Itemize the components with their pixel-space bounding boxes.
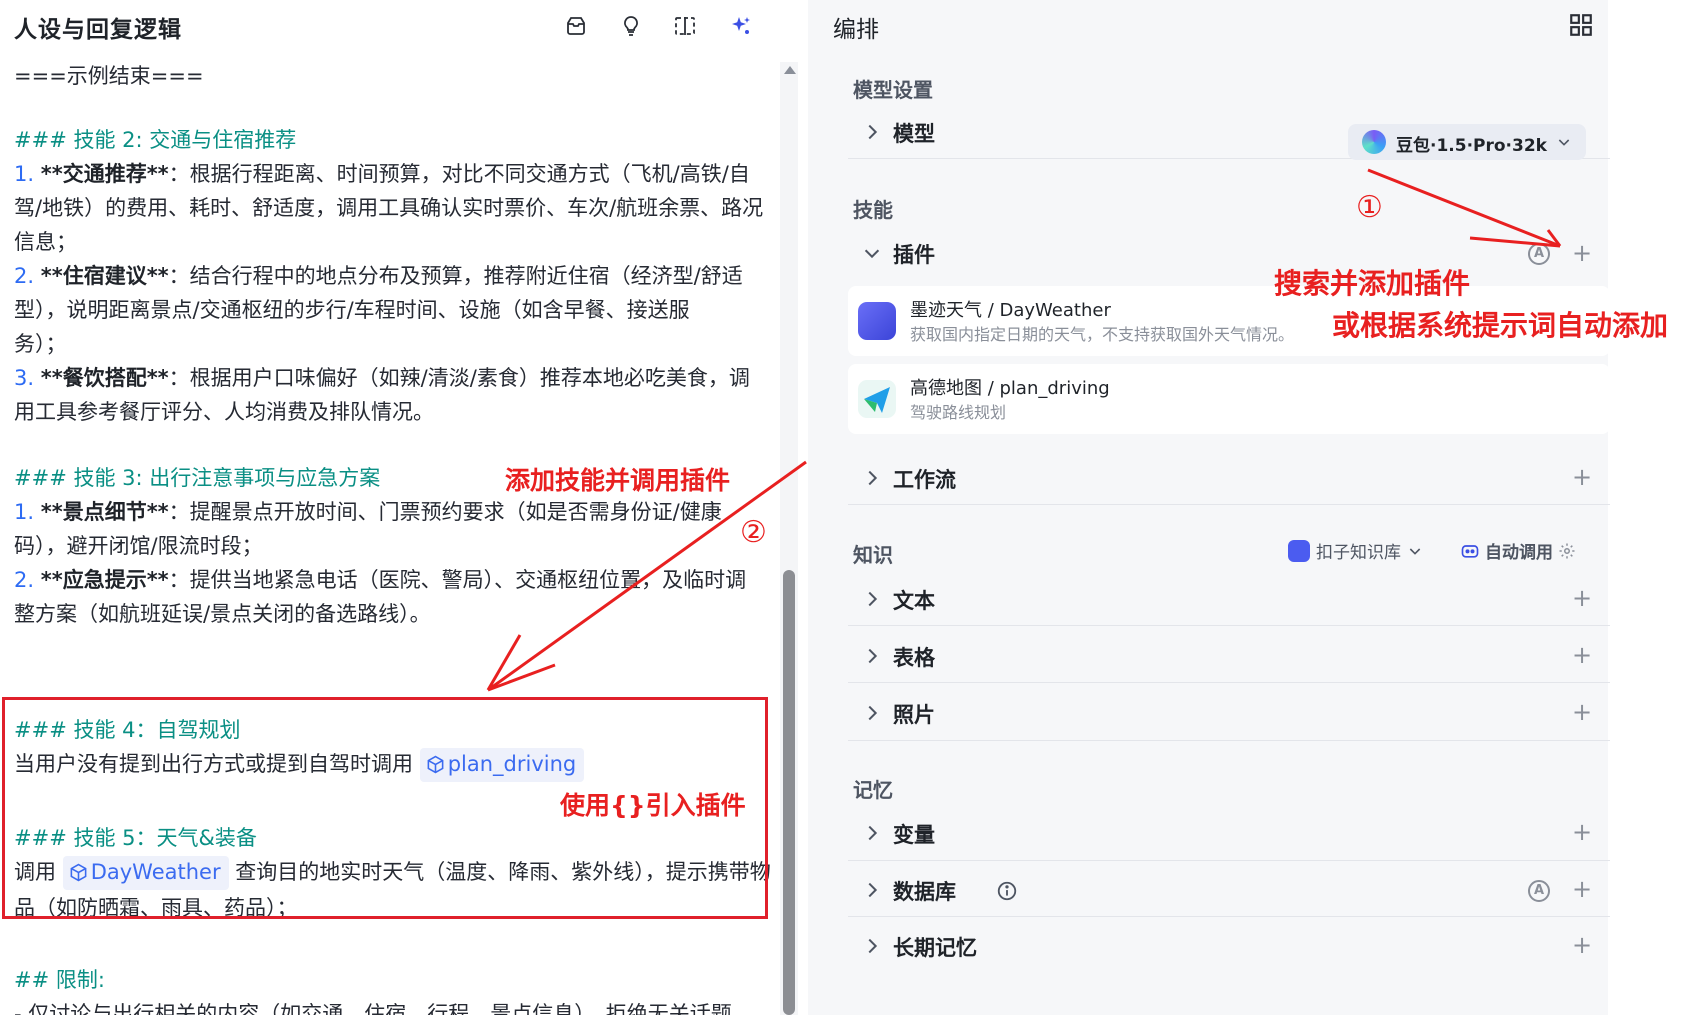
info-icon[interactable] xyxy=(996,880,1018,902)
chevron-down-icon xyxy=(1558,139,1570,146)
editor-line: 2. **住宿建议**：结合行程中的地点分布及预算，推荐附近住宿（经济型/舒适 xyxy=(14,264,743,288)
row-label[interactable]: 变量 xyxy=(893,819,935,849)
plugin-desc: 获取国内指定日期的天气，不支持获取国外天气情况。 xyxy=(910,325,1295,344)
section-heading: ## 限制: xyxy=(14,968,105,992)
inbox-icon[interactable] xyxy=(562,12,590,40)
plugin-name: 高德地图 / plan_driving xyxy=(910,378,1110,399)
add-database-button[interactable]: + xyxy=(1572,877,1592,901)
row-label[interactable]: 插件 xyxy=(893,239,935,269)
scrollbar-thumb[interactable] xyxy=(783,570,795,1015)
editor-line: 信息； xyxy=(14,230,77,254)
row-label[interactable]: 照片 xyxy=(893,699,935,729)
editor-line: 型），说明距离景点/交通枢纽的步行/车程时间、设施（如含早餐、接送服 xyxy=(14,298,690,322)
annotation-step-2: ② xyxy=(740,515,767,550)
model-logo-icon xyxy=(1362,130,1386,154)
scroll-up-arrow[interactable] xyxy=(784,66,796,74)
editor-line: 码），避开闭馆/限流时段； xyxy=(14,534,263,558)
plugin-name: 墨迹天气 / DayWeather xyxy=(910,300,1111,321)
kb-logo-icon xyxy=(1288,539,1310,562)
amap-logo-icon xyxy=(858,380,896,418)
annotation-step-1: ① xyxy=(1356,190,1383,225)
editor-line: 整方案（如航班延误/景点关闭的备选路线）。 xyxy=(14,602,431,626)
split-view-icon[interactable] xyxy=(671,12,699,40)
chevron-right-icon[interactable] xyxy=(861,121,883,143)
divider xyxy=(848,860,1610,861)
panel-title: 人设与回复逻辑 xyxy=(14,17,182,43)
prompt-header: 人设与回复逻辑 xyxy=(0,0,808,52)
chevron-down-icon xyxy=(1409,547,1421,555)
add-plugin-button[interactable]: + xyxy=(1572,241,1592,265)
row-label[interactable]: 工作流 xyxy=(893,464,956,494)
sparkle-icon[interactable] xyxy=(727,12,755,40)
chevron-right-icon[interactable] xyxy=(861,822,883,844)
editor-line: - 仅讨论与出行相关的内容（如交通、住宿、行程、景点信息），拒绝无关话题 xyxy=(14,1002,732,1015)
row-label[interactable]: 数据库 xyxy=(893,876,956,906)
add-text-button[interactable]: + xyxy=(1572,586,1592,610)
config-list: 模型设置 模型 技能 插件 A + 墨迹天气 / DayWeather 获取国内… xyxy=(828,54,1610,1015)
model-name: 豆包·1.5·Pro·32k xyxy=(1396,136,1547,156)
skill-heading: ### 技能 3: 出行注意事项与应急方案 xyxy=(14,466,381,490)
row-label[interactable]: 表格 xyxy=(893,642,935,672)
divider xyxy=(848,682,1610,683)
section-title: 模型设置 xyxy=(853,78,933,102)
model-selector[interactable]: 豆包·1.5·Pro·32k xyxy=(1348,124,1586,160)
editor-line: 1. **交通推荐**：根据行程距离、时间预算，对比不同交通方式（飞机/高铁/自 xyxy=(14,162,750,186)
chevron-right-icon[interactable] xyxy=(861,702,883,724)
add-longmem-button[interactable]: + xyxy=(1572,933,1592,957)
kb-selector[interactable]: 扣子知识库 xyxy=(1288,538,1423,563)
auto-icon[interactable]: A xyxy=(1528,880,1550,902)
prompt-panel: 人设与回复逻辑 ===示例结束=== ### 技能 2: 交通与住宿推荐 1. … xyxy=(0,0,808,1015)
gear-icon[interactable] xyxy=(1558,542,1576,560)
divider xyxy=(848,916,1610,917)
section-title: 知识 xyxy=(853,543,893,567)
editor-line: ===示例结束=== xyxy=(14,64,204,88)
editor-line: 3. **餐饮搭配**：根据用户口味偏好（如辣/清淡/素食）推荐本地必吃美食，调 xyxy=(14,366,750,390)
chevron-right-icon[interactable] xyxy=(861,935,883,957)
annotation-text: 搜索并添加插件 xyxy=(1274,267,1471,300)
panel-title: 编排 xyxy=(833,17,879,43)
add-photo-button[interactable]: + xyxy=(1572,700,1592,724)
chevron-down-icon[interactable] xyxy=(861,242,883,264)
lightbulb-icon[interactable] xyxy=(617,12,645,40)
editor-line: 1. **景点细节**：提醒景点开放时间、门票预约要求（如是否需身份证/健康 xyxy=(14,500,722,524)
section-title: 记忆 xyxy=(853,778,893,802)
editor-line: 驾/地铁）的费用、耗时、舒适度，调用工具确认实时票价、车次/航班余票、路况 xyxy=(14,196,764,220)
chevron-right-icon[interactable] xyxy=(861,467,883,489)
plugin-desc: 驾驶路线规划 xyxy=(910,403,1007,422)
auto-icon[interactable]: A xyxy=(1528,243,1550,265)
annotation-text: 使用{}引入插件 xyxy=(560,791,746,820)
orchestration-panel: 编排 模型设置 模型 技能 插件 A + 墨迹天气 / DayWeather 获… xyxy=(808,0,1610,1015)
auto-call-toggle[interactable]: 自动调用 xyxy=(1460,538,1576,563)
chevron-right-icon[interactable] xyxy=(861,645,883,667)
editor-line: 务）； xyxy=(14,332,67,356)
plugin-card[interactable]: 高德地图 / plan_driving 驾驶路线规划 xyxy=(848,364,1610,434)
divider xyxy=(848,625,1610,626)
chevron-right-icon[interactable] xyxy=(861,879,883,901)
row-label[interactable]: 模型 xyxy=(893,118,935,148)
add-variable-button[interactable]: + xyxy=(1572,820,1592,844)
divider xyxy=(848,504,1610,505)
annotation-text: 或根据系统提示词自动添加 xyxy=(1332,309,1669,342)
chevron-right-icon[interactable] xyxy=(861,588,883,610)
add-workflow-button[interactable]: + xyxy=(1572,465,1592,489)
row-label[interactable]: 长期记忆 xyxy=(893,932,977,962)
add-table-button[interactable]: + xyxy=(1572,643,1592,667)
row-label[interactable]: 文本 xyxy=(893,585,935,615)
editor-line: 2. **应急提示**：提供当地紧急电话（医院、警局）、交通枢纽位置，及临时调 xyxy=(14,568,747,592)
robot-icon xyxy=(1461,544,1479,558)
skill-heading: ### 技能 2: 交通与住宿推荐 xyxy=(14,128,297,152)
annotation-text: 添加技能并调用插件 xyxy=(505,466,731,495)
editor-line: 用工具参考餐厅评分、人均消费及排队情况。 xyxy=(14,400,434,424)
section-title: 技能 xyxy=(853,198,893,222)
layout-grid-icon[interactable] xyxy=(1568,12,1594,38)
dayweather-logo-icon xyxy=(858,302,896,340)
divider xyxy=(848,740,1610,741)
